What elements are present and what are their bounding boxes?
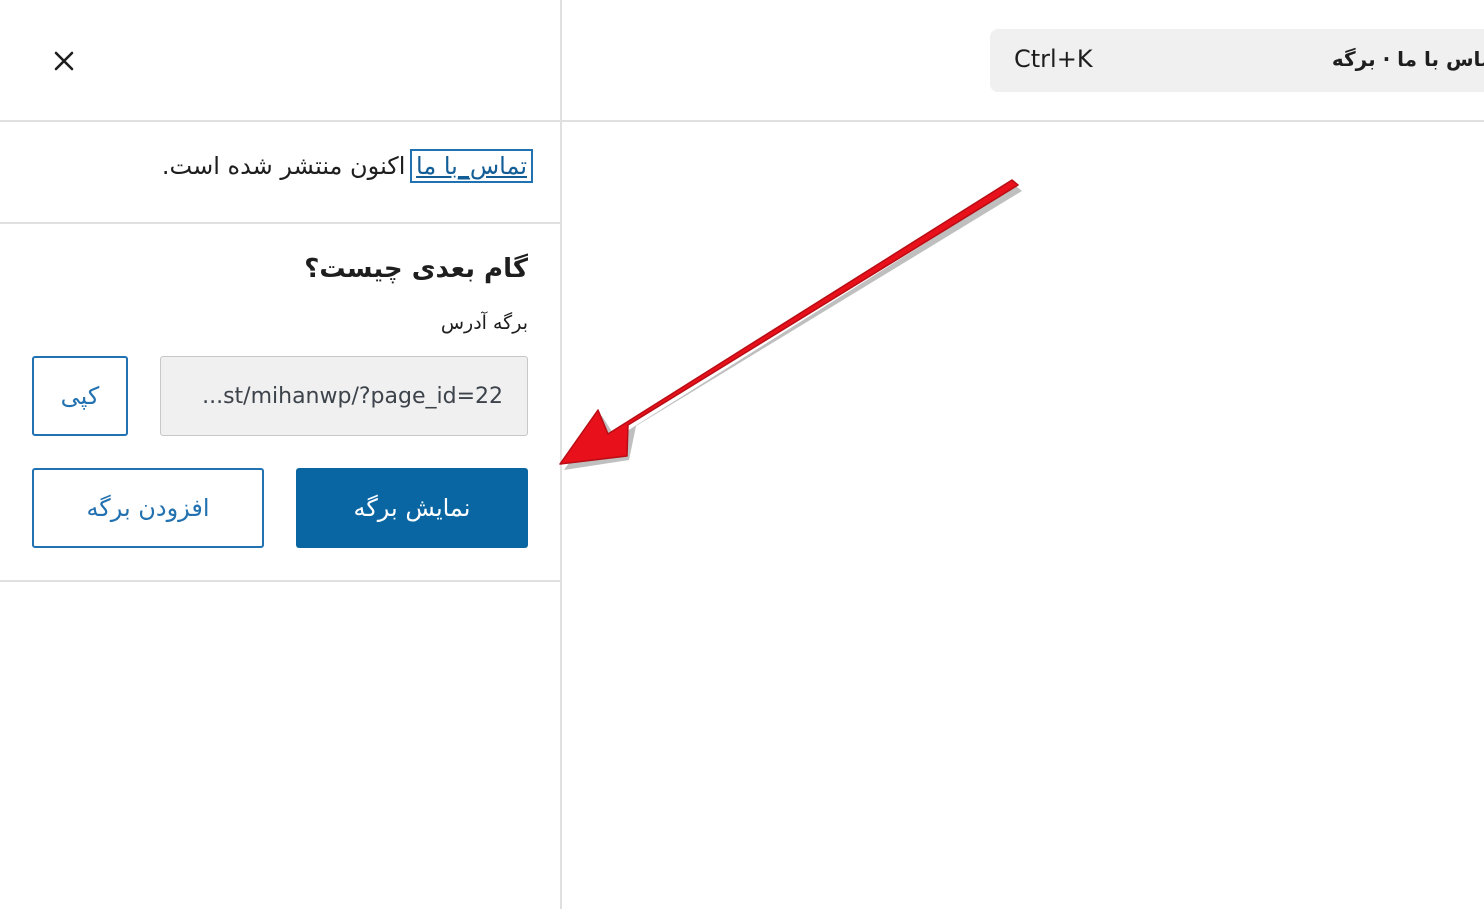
editor-screen: تماس_با ما اکنون منتشر شده است. گام بعدی… (0, 0, 1484, 909)
next-step-title: گام بعدی چیست؟ (304, 254, 528, 284)
page-url-value: ...st/mihanwp/?page_id=22 (202, 383, 503, 409)
document-command-bar[interactable]: Ctrl+K تماس با ما · برگه (990, 29, 1484, 92)
published-notice: تماس_با ما اکنون منتشر شده است. (161, 149, 533, 183)
actions-divider (0, 580, 560, 582)
close-icon (54, 51, 74, 71)
published-suffix: اکنون منتشر شده است. (161, 152, 406, 180)
page-address-label: برگه آدرس (440, 312, 528, 334)
arrow-shape (559, 179, 1019, 465)
published-page-link[interactable]: تماس_با ما (410, 149, 533, 183)
arrow-shadow (564, 186, 1022, 470)
close-panel-button[interactable] (40, 40, 88, 82)
editor-header-divider (562, 120, 1484, 122)
panel-header (0, 0, 560, 122)
page-url-field[interactable]: ...st/mihanwp/?page_id=22 (160, 356, 528, 436)
copy-url-button[interactable]: کپی (32, 356, 128, 436)
post-publish-panel: تماس_با ما اکنون منتشر شده است. گام بعدی… (0, 0, 562, 909)
view-page-button[interactable]: نمایش برگه (296, 468, 528, 548)
add-new-page-button[interactable]: افزودن برگه (32, 468, 264, 548)
command-shortcut: Ctrl+K (1014, 45, 1093, 73)
document-title: تماس با ما · برگه (1331, 47, 1484, 71)
